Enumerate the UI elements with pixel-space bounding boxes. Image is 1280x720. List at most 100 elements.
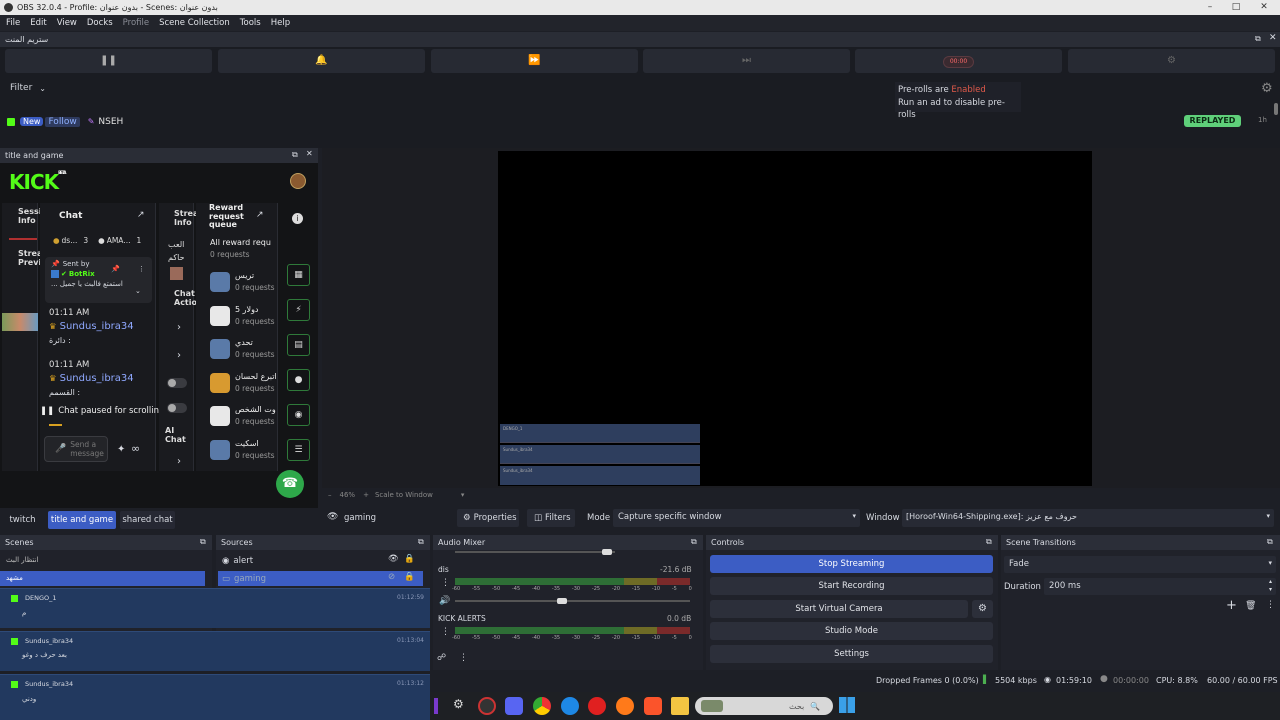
- trash-icon[interactable]: 🗑: [1245, 601, 1256, 611]
- message-user[interactable]: Sundus_ibra34: [60, 373, 134, 384]
- rail-button-broadcast[interactable]: ◉: [287, 404, 310, 426]
- chevron-right-icon[interactable]: ›: [177, 456, 181, 467]
- zoom-in-button[interactable]: +: [363, 491, 369, 499]
- menu-view[interactable]: View: [57, 18, 77, 28]
- studio-mode-button[interactable]: Studio Mode: [710, 622, 993, 640]
- folder-app-icon[interactable]: [671, 697, 689, 715]
- transition-select[interactable]: Fade ▾: [1004, 556, 1276, 573]
- pinned-message[interactable]: 📌 Sent by ✔ BotRix ... استمتع فالبث يا جمي…: [45, 257, 152, 303]
- tab-shared-chat[interactable]: shared chat: [120, 511, 175, 529]
- chat-paused-banner[interactable]: ❚❚ Chat paused for scrolling: [40, 406, 164, 416]
- pin-icon[interactable]: 📌: [111, 265, 120, 273]
- rail-button-screenshot[interactable]: ▦: [287, 264, 310, 286]
- chevron-down-icon[interactable]: ⌄: [135, 287, 141, 295]
- info-icon[interactable]: i: [292, 213, 303, 224]
- pause-button[interactable]: ❚❚: [5, 49, 212, 73]
- dock-close-icon[interactable]: ✕: [1269, 33, 1277, 43]
- dock-close-icon[interactable]: ✕: [306, 149, 313, 158]
- menu-edit[interactable]: Edit: [30, 18, 46, 28]
- ai-chat-mode-label[interactable]: AI Chat Mode: [165, 426, 195, 444]
- more-icon[interactable]: ⋮: [138, 265, 145, 273]
- lock-icon[interactable]: 🔒: [404, 572, 415, 582]
- rail-button-document[interactable]: ▤: [287, 334, 310, 356]
- maximize-button[interactable]: □: [1222, 0, 1250, 15]
- add-icon[interactable]: +: [1226, 598, 1237, 613]
- chat-actions-label[interactable]: Chat Actions: [174, 289, 196, 307]
- zoom-out-button[interactable]: –: [328, 491, 332, 499]
- reward-item[interactable]: اسكيت 0 requests: [210, 438, 276, 462]
- event-row[interactable]: New Follow ✎ NSEH: [7, 115, 123, 128]
- undock-icon[interactable]: ⧉: [986, 537, 992, 547]
- more-icon[interactable]: ⋮: [1266, 600, 1275, 610]
- menu-scene-collection[interactable]: Scene Collection: [159, 18, 230, 28]
- taskbar-search[interactable]: بحث 🔍: [695, 697, 833, 715]
- mode-select[interactable]: Capture specific window ▾: [613, 509, 860, 527]
- scene-item[interactable]: انتظار البث: [0, 553, 205, 568]
- opera-app-icon[interactable]: [588, 697, 606, 715]
- settings-app-icon[interactable]: ⚙: [453, 697, 464, 711]
- filter-dropdown[interactable]: Filter ⌄: [10, 83, 46, 93]
- stream-preview-label[interactable]: Stream Preview: [18, 249, 40, 267]
- reward-item[interactable]: تريس 0 requests: [210, 270, 276, 294]
- expand-icon[interactable]: ↗: [137, 210, 145, 220]
- volume-slider[interactable]: [455, 598, 690, 604]
- chrome-app-icon[interactable]: [533, 697, 551, 715]
- link-icon[interactable]: ☍: [437, 653, 446, 663]
- brave-app-icon[interactable]: [644, 697, 662, 715]
- message-user[interactable]: Sundus_ibra34: [60, 321, 134, 332]
- eye-icon[interactable]: 👁: [388, 554, 399, 564]
- chevron-down-icon[interactable]: ▾: [461, 491, 465, 499]
- close-button[interactable]: ✕: [1250, 0, 1278, 15]
- menu-tools[interactable]: Tools: [240, 18, 261, 28]
- speaker-icon[interactable]: 🔊: [439, 596, 450, 606]
- windows-start-icon[interactable]: [839, 697, 855, 713]
- infinity-icon[interactable]: ∞: [131, 442, 140, 455]
- session-info-label[interactable]: Session Info: [18, 207, 40, 225]
- volume-slider[interactable]: [455, 549, 615, 555]
- properties-button[interactable]: ⚙ Properties: [457, 509, 519, 527]
- reward-item[interactable]: تحدي 0 requests: [210, 337, 276, 361]
- firefox-app-icon[interactable]: [616, 697, 634, 715]
- minimize-button[interactable]: –: [1196, 0, 1224, 15]
- skip-button[interactable]: ⏩: [431, 49, 638, 73]
- next-button[interactable]: ⏭: [643, 49, 850, 73]
- reward-item[interactable]: دولار 5 0 requests: [210, 304, 276, 328]
- reward-item[interactable]: اوت الشخص 0 requests: [210, 404, 276, 428]
- reward-item[interactable]: اتبرع لحسان 0 requests: [210, 371, 277, 395]
- chat-tabs[interactable]: ● ds... 3 ● AMA... 1: [53, 236, 141, 245]
- gear-icon[interactable]: ⚙: [1261, 81, 1273, 96]
- toggle-switch[interactable]: [167, 378, 187, 388]
- start-virtual-camera-button[interactable]: Start Virtual Camera: [710, 600, 968, 618]
- undock-icon[interactable]: ⧉: [200, 537, 206, 547]
- settings-round-button[interactable]: ⚙: [1068, 49, 1275, 73]
- chevron-right-icon[interactable]: ›: [177, 322, 181, 333]
- rail-button-list[interactable]: ☰: [287, 439, 310, 461]
- menu-docks[interactable]: Docks: [87, 18, 113, 28]
- scrollbar[interactable]: [1274, 103, 1278, 115]
- chat-input[interactable]: 🎤 Send a message: [44, 436, 108, 462]
- scale-mode[interactable]: Scale to Window: [375, 491, 433, 499]
- source-item-selected[interactable]: ▭ gaming ⊘ 🔒: [218, 571, 423, 586]
- menu-profile[interactable]: Profile: [123, 18, 149, 28]
- timer-button[interactable]: 00:00: [855, 49, 1062, 73]
- menu-help[interactable]: Help: [271, 18, 290, 28]
- stream-info-label[interactable]: Stream Info: [174, 209, 196, 227]
- more-icon[interactable]: ⋮: [441, 627, 450, 637]
- toggle-switch[interactable]: [167, 403, 187, 413]
- chevron-right-icon[interactable]: ›: [177, 350, 181, 361]
- chat-tab-2[interactable]: AMA...: [107, 236, 131, 245]
- filters-button[interactable]: ◫ Filters: [527, 509, 575, 527]
- tab-title-and-game[interactable]: title and game: [48, 511, 116, 529]
- start-recording-button[interactable]: Start Recording: [710, 577, 993, 595]
- headset-fab-button[interactable]: ☎: [276, 470, 304, 498]
- tab-twitch[interactable]: twitch: [5, 511, 40, 529]
- rail-button-chat[interactable]: ●: [287, 369, 310, 391]
- more-icon[interactable]: ⋮: [441, 578, 450, 588]
- edge-app-icon[interactable]: [561, 697, 579, 715]
- undock-icon[interactable]: ⧉: [1255, 34, 1261, 44]
- emote-icon[interactable]: ✦: [117, 444, 125, 455]
- obs-app-icon[interactable]: [478, 697, 496, 715]
- more-icon[interactable]: ⋮: [459, 653, 468, 663]
- rail-button-lightning[interactable]: ⚡: [287, 299, 310, 321]
- lock-icon[interactable]: 🔒: [404, 554, 415, 564]
